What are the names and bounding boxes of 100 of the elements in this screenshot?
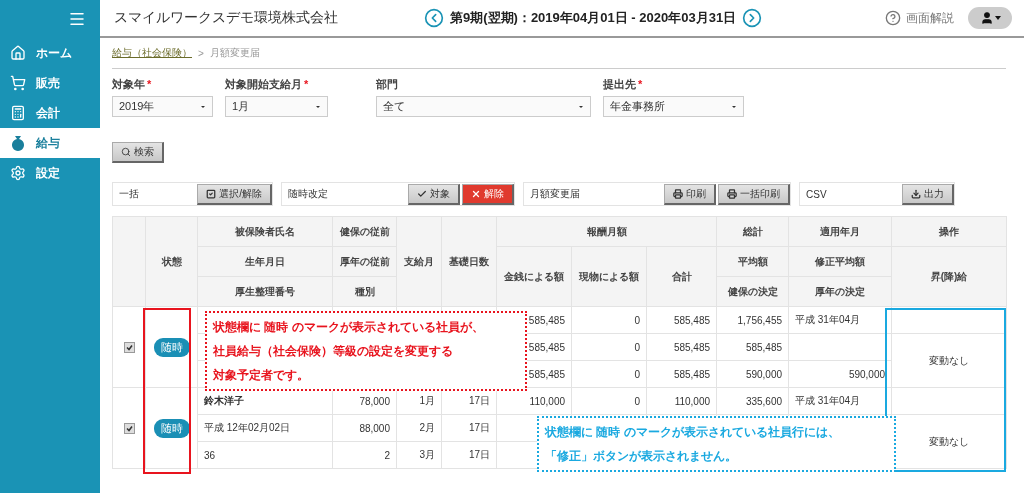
table-cell: 変動なし (929, 354, 970, 366)
panel-label: CSV (806, 188, 827, 200)
table-cell: 585,485 (528, 314, 565, 326)
dropdown-field[interactable]: 1月 (225, 96, 328, 117)
table-cell: 1,756,455 (737, 314, 783, 326)
column-header: 総計 (742, 225, 763, 237)
user-menu-button[interactable] (968, 7, 1012, 29)
table-cell: 110,000 (529, 395, 565, 407)
search-button[interactable]: 検索 (112, 142, 164, 163)
settings-icon (10, 165, 26, 181)
table-cell: 110,000 (674, 395, 711, 407)
period-label: 第9期(翌期)：2019年04月01日 - 2020年03月31日 (450, 9, 737, 27)
help-icon (885, 10, 901, 26)
table-cell: 36 (204, 449, 216, 461)
column-header: 現物による額 (579, 270, 639, 282)
table-cell: 590,000 (745, 368, 783, 380)
status-badge: 随時 (153, 337, 190, 357)
field-label: 提出先 * (603, 77, 644, 92)
sidebar-item[interactable]: 給与 (0, 128, 100, 158)
field-label: 対象開始支給月 * (225, 77, 310, 92)
action-button[interactable]: 印刷 (664, 183, 716, 205)
column-header: 金銭による額 (504, 270, 564, 282)
sidebar-item[interactable]: 設定 (0, 158, 100, 188)
field-label: 部門 (376, 77, 399, 92)
chevron-left-icon (424, 8, 444, 28)
caret-icon (578, 104, 584, 109)
column-header: 健保の従前 (339, 225, 390, 237)
caret-icon (315, 104, 321, 109)
table-cell: 335,600 (745, 395, 783, 407)
column-header: 生年月日 (245, 255, 285, 267)
column-header: 合計 (671, 270, 692, 282)
column-header: 厚年の従前 (339, 255, 390, 267)
action-button[interactable]: 出力 (902, 183, 954, 205)
sidebar-item[interactable]: 会計 (0, 98, 100, 128)
panel-label: 一括 (119, 187, 139, 201)
table-cell: 17日 (468, 449, 490, 460)
row-checkbox[interactable] (123, 422, 135, 434)
chevron-right-icon (742, 8, 763, 28)
table-cell: 変動なし (929, 435, 970, 447)
action-button[interactable]: 対象 (408, 183, 460, 205)
cart-icon (10, 75, 26, 91)
action-button[interactable]: 選択/解除 (197, 183, 272, 205)
column-header: 状態 (161, 255, 182, 267)
table-cell: 585,485 (745, 341, 783, 353)
callout-text: 状態欄に 随時 のマークが表示されている社員行には、 (545, 424, 841, 441)
table-cell: 585,485 (528, 341, 565, 353)
callout-text: 対象予定者です。 (213, 367, 310, 384)
close-icon (471, 188, 481, 199)
table-cell: 平成 31年04月 (795, 395, 861, 406)
panel-label: 月額変更届 (530, 187, 580, 201)
table-cell: 585,485 (673, 341, 711, 353)
column-header: 厚生整理番号 (235, 285, 295, 297)
table-cell: 0 (634, 314, 640, 326)
download-icon (911, 188, 921, 199)
panel-label: 随時改定 (288, 187, 328, 201)
sidebar-item[interactable]: ホーム (0, 38, 100, 68)
column-header: 種別 (354, 285, 375, 297)
callout-text: 社員給与（社会保険）等級の設定を変更する (213, 343, 454, 360)
table-cell: 平成 31年04月 (795, 314, 861, 325)
table-cell: 17日 (468, 395, 490, 406)
table-cell: 17日 (468, 422, 490, 433)
row-checkbox[interactable] (123, 341, 135, 353)
table-cell: 585,485 (528, 368, 565, 380)
action-button[interactable]: 解除 (462, 183, 514, 205)
table-cell: 2月 (419, 422, 435, 433)
search-icon (121, 147, 131, 157)
status-badge: 随時 (153, 418, 190, 438)
table-cell: 0 (634, 395, 640, 407)
table-cell: 590,000 (848, 368, 886, 380)
money-bag-icon (10, 135, 26, 151)
calculator-icon (10, 105, 26, 121)
column-header: 被保険者氏名 (235, 225, 295, 237)
action-button[interactable]: 一括印刷 (718, 183, 790, 205)
table-cell: 585,485 (673, 368, 711, 380)
callout-text: 状態欄に 随時 のマークが表示されている社員が、 (213, 319, 485, 336)
column-header: 基礎日数 (449, 255, 489, 267)
column-header: 支給月 (404, 255, 434, 267)
dropdown-field[interactable]: 全て (376, 96, 591, 117)
sidebar-item[interactable]: 販売 (0, 68, 100, 98)
breadcrumb-link[interactable]: 給与（社会保険） (112, 46, 192, 60)
caret-icon (200, 104, 206, 109)
printer-icon (673, 188, 683, 199)
table-cell: 平成 12年02月02日 (204, 422, 291, 433)
previous-period-button[interactable] (424, 8, 444, 28)
caret-icon (731, 104, 737, 109)
printer-icon (727, 188, 737, 199)
caret-icon (994, 16, 1001, 20)
column-header: 昇(降)給 (930, 270, 968, 282)
column-header: 修正平均額 (815, 255, 866, 267)
next-period-button[interactable] (742, 8, 763, 28)
field-label: 対象年 * (112, 77, 153, 92)
check-icon (417, 188, 427, 199)
help-link[interactable]: 画面解説 (885, 9, 954, 27)
user-icon (979, 11, 994, 25)
table-cell: 3月 (419, 449, 435, 460)
dropdown-field[interactable]: 2019年 (112, 96, 213, 117)
column-header: 操作 (939, 225, 960, 237)
dropdown-field[interactable]: 年金事務所 (603, 96, 744, 117)
breadcrumb-current: 月額変更届 (209, 46, 260, 60)
column-header: 厚年の決定 (815, 285, 866, 297)
